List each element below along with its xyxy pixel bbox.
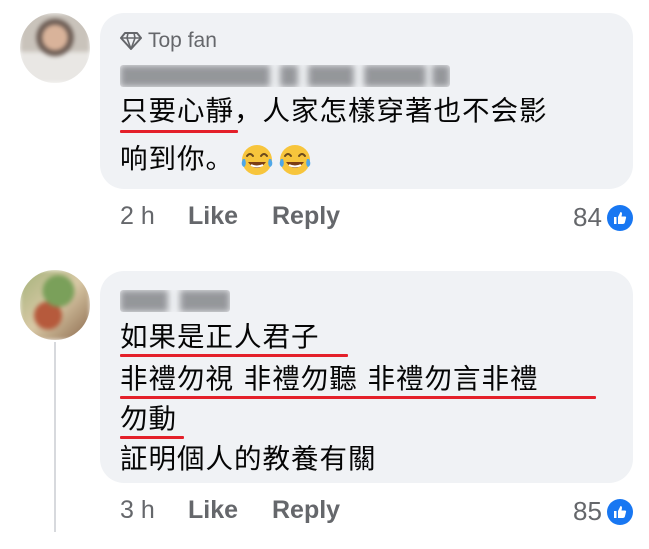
like-button[interactable]: Like bbox=[188, 496, 272, 525]
reaction-summary[interactable]: 85 bbox=[573, 496, 633, 527]
reaction-count: 84 bbox=[573, 202, 602, 232]
thread-connector-line bbox=[54, 342, 56, 532]
top-fan-label: Top fan bbox=[148, 29, 217, 52]
commenter-name[interactable] bbox=[120, 65, 450, 87]
commenter-avatar[interactable] bbox=[20, 270, 90, 340]
thumbs-up-icon bbox=[606, 498, 633, 525]
comment-timestamp[interactable]: 3 h bbox=[120, 496, 188, 525]
commenter-avatar[interactable] bbox=[20, 13, 90, 83]
red-underline-mark bbox=[120, 396, 596, 399]
comment-text-line: 非禮勿視 非禮勿聽 非禮勿言非禮 bbox=[120, 363, 539, 395]
reply-button[interactable]: Reply bbox=[272, 202, 340, 231]
comment-text-line: 如果是正人君子 bbox=[120, 321, 320, 353]
reaction-summary[interactable]: 84 bbox=[573, 202, 633, 233]
like-button[interactable]: Like bbox=[188, 202, 272, 231]
red-underline-mark bbox=[120, 130, 238, 133]
comment-text-line-2: 响到你。 bbox=[120, 143, 234, 175]
comment-text-line: 只要心靜，人家怎樣穿著也不会影 bbox=[120, 95, 548, 127]
diamond-icon bbox=[120, 32, 142, 50]
reaction-count: 85 bbox=[573, 496, 602, 526]
red-underline-mark bbox=[120, 436, 184, 439]
joy-emoji-icon bbox=[241, 145, 273, 175]
comment-text-line: 証明個人的教養有關 bbox=[120, 443, 377, 475]
comment-timestamp[interactable]: 2 h bbox=[120, 202, 188, 231]
top-fan-badge: Top fan bbox=[120, 29, 217, 53]
comment-text-line: 响到你。 bbox=[120, 140, 312, 178]
reply-button[interactable]: Reply bbox=[272, 496, 340, 525]
comment-text-line: 勿動 bbox=[120, 403, 177, 435]
comment-actions: 3 h Like Reply bbox=[120, 496, 340, 525]
comment-actions: 2 h Like Reply bbox=[120, 202, 340, 231]
thumbs-up-icon bbox=[606, 204, 633, 231]
joy-emoji-icon bbox=[279, 145, 311, 175]
red-underline-mark bbox=[120, 354, 348, 357]
commenter-name[interactable] bbox=[120, 290, 230, 312]
